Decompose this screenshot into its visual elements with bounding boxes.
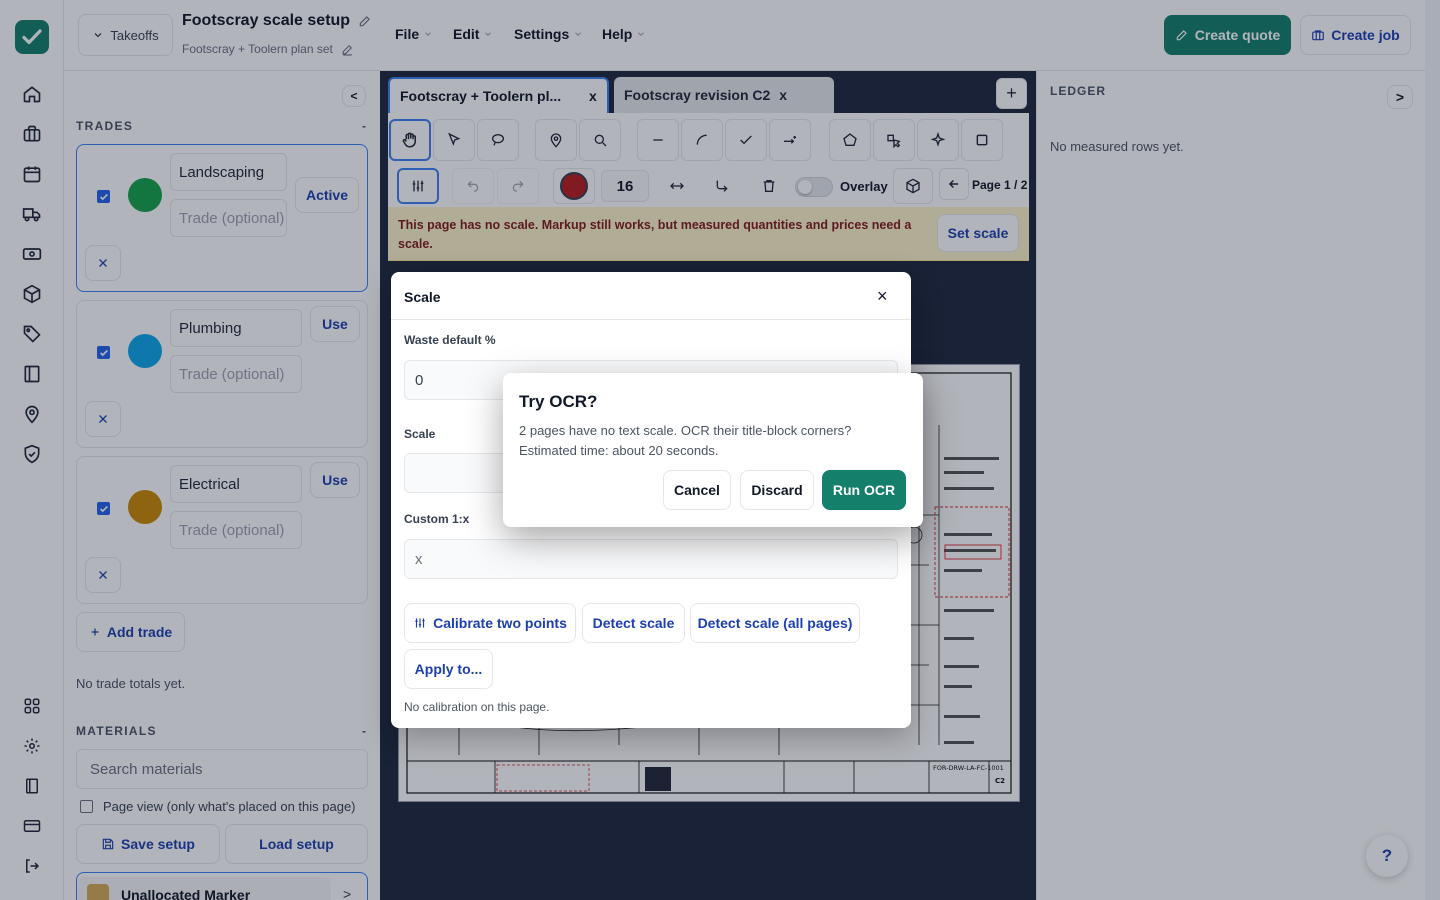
- apply-to-button[interactable]: Apply to...: [404, 649, 493, 689]
- run-ocr-button[interactable]: Run OCR: [822, 470, 906, 510]
- ocr-dialog: Try OCR? 2 pages have no text scale. OCR…: [503, 373, 923, 527]
- custom-scale-label: Custom 1:x: [404, 512, 470, 526]
- discard-button[interactable]: Discard: [740, 470, 814, 510]
- ocr-dialog-body: 2 pages have no text scale. OCR their ti…: [519, 423, 852, 458]
- scale-label: Scale: [404, 427, 436, 441]
- modal-divider: [391, 319, 911, 320]
- waste-label: Waste default %: [404, 333, 496, 347]
- sliders-icon: [415, 618, 425, 628]
- detect-scale-all-button[interactable]: Detect scale (all pages): [690, 603, 860, 643]
- custom-scale-input[interactable]: x: [404, 539, 898, 579]
- detect-scale-button[interactable]: Detect scale: [582, 603, 685, 643]
- close-icon[interactable]: ×: [877, 286, 888, 307]
- cancel-button[interactable]: Cancel: [663, 470, 731, 510]
- calibrate-two-points-button[interactable]: Calibrate two points: [404, 603, 576, 643]
- ocr-dialog-title: Try OCR?: [519, 392, 598, 411]
- scale-modal-title: Scale: [404, 289, 441, 305]
- calibration-status: No calibration on this page.: [404, 700, 550, 714]
